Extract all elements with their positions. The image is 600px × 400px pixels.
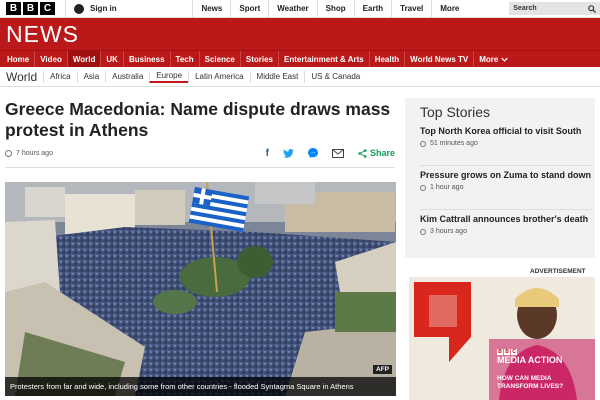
top-story-time-text: 1 hour ago (430, 184, 464, 191)
top-story-headline[interactable]: Top North Korea official to visit South (420, 126, 592, 137)
email-icon[interactable] (331, 148, 344, 158)
clock-icon (420, 228, 426, 235)
subnav-europe[interactable]: Europe (149, 70, 189, 83)
section-title[interactable]: World (0, 70, 43, 84)
article-time: 7 hours ago (16, 149, 53, 157)
top-stories-title: Top Stories (420, 104, 491, 120)
sign-in-label: Sign in (90, 4, 117, 13)
chevron-down-icon (501, 57, 509, 62)
twitter-icon[interactable] (283, 148, 294, 158)
search-icon (588, 4, 596, 13)
nav-more-label: More (479, 54, 499, 64)
top-story-item[interactable]: Pressure grows on Zuma to stand down 1 h… (420, 170, 592, 191)
nav-stories[interactable]: Stories (241, 51, 279, 67)
clock-icon (5, 149, 12, 157)
divider (5, 167, 395, 168)
share-icon (358, 148, 367, 158)
messenger-icon[interactable] (307, 148, 318, 158)
sign-in-link[interactable]: Sign in (65, 0, 142, 18)
nav-more[interactable]: More (474, 51, 513, 67)
ad-brand: MEDIA ACTION (497, 355, 563, 365)
article-photo[interactable]: AFP Protesters from far and wide, includ… (5, 182, 396, 396)
logo-letter: B (6, 2, 21, 15)
nav-health[interactable]: Health (370, 51, 406, 67)
subnav-africa[interactable]: Africa (43, 70, 76, 83)
top-story-item[interactable]: Kim Cattrall announces brother's death 3… (420, 214, 592, 235)
logo-letter: B (23, 2, 38, 15)
crowd-photo-illustration (5, 182, 396, 396)
top-nav-travel[interactable]: Travel (391, 0, 431, 18)
bbc-logo[interactable]: B B C (6, 2, 55, 15)
subnav-asia[interactable]: Asia (76, 70, 106, 83)
divider (420, 165, 592, 166)
top-nav-weather[interactable]: Weather (268, 0, 316, 18)
top-nav-shop[interactable]: Shop (316, 0, 354, 18)
news-banner: NEWS (0, 18, 600, 50)
nav-world-news-tv[interactable]: World News TV (405, 51, 475, 67)
nav-uk[interactable]: UK (101, 51, 124, 67)
advertisement[interactable]: B B C MEDIA ACTION HOW CAN MEDIA TRANSFO… (409, 277, 595, 400)
top-nav-sport[interactable]: Sport (230, 0, 268, 18)
nav-entertainment[interactable]: Entertainment & Arts (279, 51, 370, 67)
article-meta: 7 hours ago f Share (5, 145, 395, 161)
subnav-latin-america[interactable]: Latin America (188, 70, 249, 83)
top-stories-panel: Top Stories Top North Korea official to … (405, 98, 595, 258)
share-button[interactable]: Share (358, 148, 395, 158)
subnav-australia[interactable]: Australia (105, 70, 149, 83)
news-logo[interactable]: NEWS (6, 21, 79, 48)
top-story-time: 1 hour ago (420, 184, 592, 191)
nav-business[interactable]: Business (124, 51, 171, 67)
top-story-time-text: 3 hours ago (430, 228, 467, 235)
top-story-headline[interactable]: Kim Cattrall announces brother's death (420, 214, 592, 225)
top-nav-news[interactable]: News (192, 0, 230, 18)
nav-video[interactable]: Video (35, 51, 68, 67)
divider (420, 209, 592, 210)
advertisement-label: ADVERTISEMENT (530, 268, 586, 275)
top-story-time: 51 minutes ago (420, 140, 592, 147)
top-story-time: 3 hours ago (420, 228, 592, 235)
search-placeholder: Search (513, 5, 537, 12)
top-story-time-text: 51 minutes ago (430, 140, 478, 147)
facebook-icon[interactable]: f (266, 148, 269, 159)
search-input[interactable]: Search (509, 2, 600, 15)
nav-home[interactable]: Home (2, 51, 36, 67)
article-headline: Greece Macedonia: Name dispute draws mas… (5, 99, 391, 140)
photo-caption: Protesters from far and wide, including … (5, 377, 396, 396)
main-nav: Home Video World UK Business Tech Scienc… (0, 50, 600, 67)
top-story-headline[interactable]: Pressure grows on Zuma to stand down (420, 170, 592, 181)
nav-world[interactable]: World (67, 51, 102, 67)
clock-icon (420, 140, 426, 147)
subnav-us-canada[interactable]: US & Canada (304, 70, 366, 83)
top-story-item[interactable]: Top North Korea official to visit South … (420, 126, 592, 147)
top-bar: B B C Sign in News Sport Weather Shop Ea… (0, 0, 600, 18)
top-nav: News Sport Weather Shop Earth Travel Mor… (192, 0, 501, 18)
share-label: Share (369, 148, 395, 158)
photo-credit: AFP (373, 365, 392, 374)
sub-nav: World Africa Asia Australia Europe Latin… (0, 67, 600, 87)
nav-science[interactable]: Science (200, 51, 241, 67)
subnav-middle-east[interactable]: Middle East (249, 70, 305, 83)
top-nav-earth[interactable]: Earth (353, 0, 391, 18)
clock-icon (420, 184, 426, 191)
logo-letter: C (40, 2, 55, 15)
user-icon (74, 3, 84, 14)
top-nav-more[interactable]: More (431, 0, 501, 18)
share-bar: f Share (266, 148, 395, 159)
ad-tagline: HOW CAN MEDIA TRANSFORM LIVES? (497, 375, 564, 390)
nav-tech[interactable]: Tech (171, 51, 200, 67)
